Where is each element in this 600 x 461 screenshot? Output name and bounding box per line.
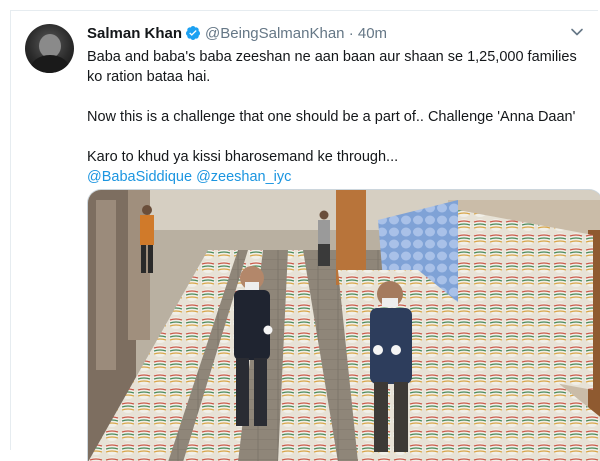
author-handle[interactable]: @BeingSalmanKhan <box>205 25 344 42</box>
tweet-line-3: Karo to khud ya kissi bharosemand ke thr… <box>87 149 399 165</box>
mention-zeeshan-iyc[interactable]: @zeeshan_iyc <box>196 169 291 185</box>
avatar[interactable] <box>25 24 74 73</box>
separator-dot: · <box>348 25 354 42</box>
author-name[interactable]: Salman Khan <box>87 25 182 42</box>
mention-babasiddique[interactable]: @BabaSiddique <box>87 169 192 185</box>
avatar-shoulders <box>30 55 70 73</box>
tweet-photo[interactable] <box>87 189 600 461</box>
ration-bags-photo <box>88 190 600 461</box>
verified-badge-icon <box>186 26 201 40</box>
tweet-time[interactable]: 40m <box>358 25 387 42</box>
tweet-header: Salman Khan @BeingSalmanKhan · 40m <box>87 25 387 45</box>
tweet-line-1: Baba and baba's baba zeeshan ne aan baan… <box>87 49 577 85</box>
tweet-line-2: Now this is a challenge that one should … <box>87 109 576 125</box>
tweet-card[interactable]: Salman Khan @BeingSalmanKhan · 40m Baba … <box>10 10 600 461</box>
chevron-down-icon[interactable] <box>570 25 584 39</box>
tweet-text: Baba and baba's baba zeeshan ne aan baan… <box>87 47 592 187</box>
mentions: @BabaSiddique @zeeshan_iyc <box>87 167 592 187</box>
